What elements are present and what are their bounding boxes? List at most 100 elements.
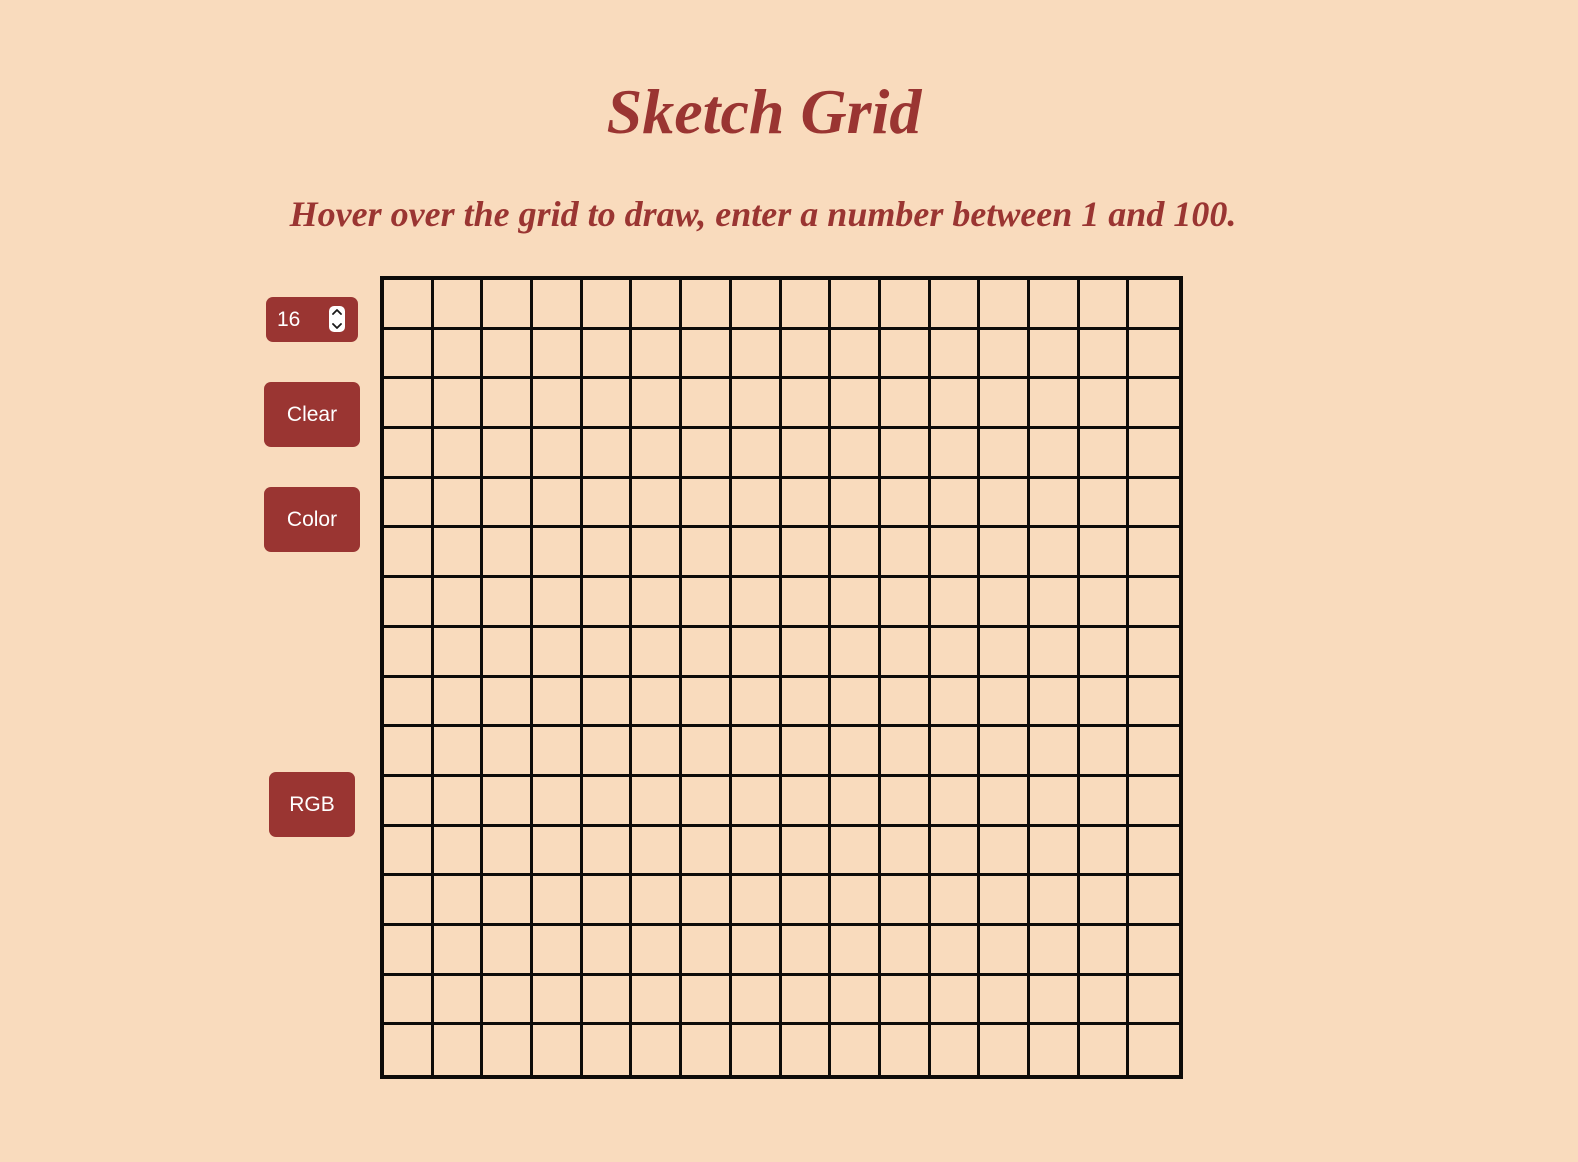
grid-cell[interactable]: [1079, 528, 1130, 579]
grid-cell[interactable]: [533, 329, 583, 380]
grid-cell[interactable]: [731, 280, 782, 330]
grid-cell[interactable]: [731, 478, 782, 529]
grid-cell[interactable]: [682, 280, 732, 330]
grid-cell[interactable]: [682, 329, 732, 380]
grid-cell[interactable]: [384, 677, 434, 728]
grid-cell[interactable]: [433, 776, 484, 827]
grid-cell[interactable]: [1079, 925, 1130, 976]
grid-cell[interactable]: [384, 876, 434, 926]
grid-cell[interactable]: [433, 627, 484, 678]
grid-cell[interactable]: [1129, 976, 1179, 1026]
grid-cell[interactable]: [483, 280, 534, 330]
grid-cell[interactable]: [781, 329, 832, 380]
grid-cell[interactable]: [1029, 975, 1080, 1026]
grid-cell[interactable]: [433, 975, 484, 1026]
grid-cell[interactable]: [880, 429, 931, 479]
grid-cell[interactable]: [533, 776, 583, 827]
grid-cell[interactable]: [1129, 628, 1179, 678]
grid-cell[interactable]: [582, 627, 633, 678]
grid-cell[interactable]: [731, 677, 782, 728]
grid-cell[interactable]: [1129, 528, 1179, 579]
grid-cell[interactable]: [1129, 876, 1179, 926]
grid-cell[interactable]: [1079, 329, 1130, 380]
grid-cell[interactable]: [931, 1025, 981, 1075]
grid-cell[interactable]: [880, 627, 931, 678]
grid-cell[interactable]: [781, 826, 832, 877]
grid-cell[interactable]: [632, 776, 683, 827]
grid-cell[interactable]: [980, 627, 1030, 678]
grid-cell[interactable]: [880, 478, 931, 529]
grid-cell[interactable]: [1129, 280, 1179, 330]
grid-cell[interactable]: [930, 925, 981, 976]
grid-cell[interactable]: [632, 1025, 683, 1075]
grid-cell[interactable]: [831, 280, 881, 330]
grid-cell[interactable]: [781, 677, 832, 728]
grid-cell[interactable]: [682, 578, 732, 628]
grid-size-value[interactable]: 16: [277, 308, 300, 332]
grid-cell[interactable]: [781, 925, 832, 976]
grid-cell[interactable]: [731, 627, 782, 678]
grid-cell[interactable]: [930, 578, 981, 628]
grid-cell[interactable]: [1029, 727, 1080, 777]
grid-cell[interactable]: [682, 876, 732, 926]
grid-cell[interactable]: [1029, 627, 1080, 678]
color-button[interactable]: Color: [264, 487, 360, 552]
grid-cell[interactable]: [831, 677, 881, 728]
grid-cell[interactable]: [731, 876, 782, 926]
grid-cell[interactable]: [781, 379, 832, 430]
grid-cell[interactable]: [781, 429, 832, 479]
grid-cell[interactable]: [1129, 429, 1179, 479]
grid-cell[interactable]: [1129, 727, 1179, 777]
grid-cell[interactable]: [483, 677, 534, 728]
grid-cell[interactable]: [1029, 528, 1080, 579]
grid-cell[interactable]: [384, 280, 434, 330]
grid-cell[interactable]: [1079, 727, 1130, 777]
grid-cell[interactable]: [831, 478, 881, 529]
grid-cell[interactable]: [682, 1025, 732, 1075]
grid-cell[interactable]: [980, 876, 1030, 926]
grid-cell[interactable]: [682, 826, 732, 877]
grid-cell[interactable]: [1029, 826, 1080, 877]
grid-cell[interactable]: [930, 776, 981, 827]
grid-cell[interactable]: [632, 925, 683, 976]
grid-cell[interactable]: [731, 429, 782, 479]
grid-cell[interactable]: [831, 925, 881, 976]
grid-cell[interactable]: [980, 727, 1030, 777]
grid-cell[interactable]: [1079, 578, 1130, 628]
grid-cell[interactable]: [781, 578, 832, 628]
grid-cell[interactable]: [731, 528, 782, 579]
grid-cell[interactable]: [1129, 479, 1179, 529]
grid-cell[interactable]: [632, 826, 683, 877]
grid-cell[interactable]: [1129, 678, 1179, 728]
grid-cell[interactable]: [1029, 876, 1080, 926]
grid-cell[interactable]: [781, 528, 832, 579]
grid-cell[interactable]: [980, 528, 1030, 579]
grid-cell[interactable]: [731, 826, 782, 877]
grid-cell[interactable]: [483, 429, 534, 479]
grid-cell[interactable]: [632, 329, 683, 380]
grid-cell[interactable]: [433, 925, 484, 976]
grid-cell[interactable]: [930, 478, 981, 529]
sketch-grid[interactable]: [380, 276, 1183, 1079]
grid-cell[interactable]: [582, 429, 633, 479]
grid-cell[interactable]: [384, 528, 434, 579]
grid-cell[interactable]: [682, 677, 732, 728]
grid-cell[interactable]: [433, 876, 484, 926]
grid-cell[interactable]: [831, 528, 881, 579]
grid-cell[interactable]: [682, 528, 732, 579]
grid-cell[interactable]: [1079, 975, 1130, 1026]
grid-cell[interactable]: [1029, 776, 1080, 827]
grid-cell[interactable]: [582, 578, 633, 628]
grid-cell[interactable]: [632, 280, 683, 330]
grid-cell[interactable]: [533, 528, 583, 579]
stepper-up-icon[interactable]: [332, 308, 342, 316]
grid-cell[interactable]: [781, 975, 832, 1026]
grid-cell[interactable]: [1129, 827, 1179, 877]
grid-cell[interactable]: [682, 727, 732, 777]
grid-cell[interactable]: [980, 280, 1030, 330]
grid-cell[interactable]: [433, 528, 484, 579]
grid-cell[interactable]: [384, 1025, 434, 1075]
grid-cell[interactable]: [781, 776, 832, 827]
grid-cell[interactable]: [782, 1025, 832, 1075]
grid-cell[interactable]: [384, 379, 434, 430]
